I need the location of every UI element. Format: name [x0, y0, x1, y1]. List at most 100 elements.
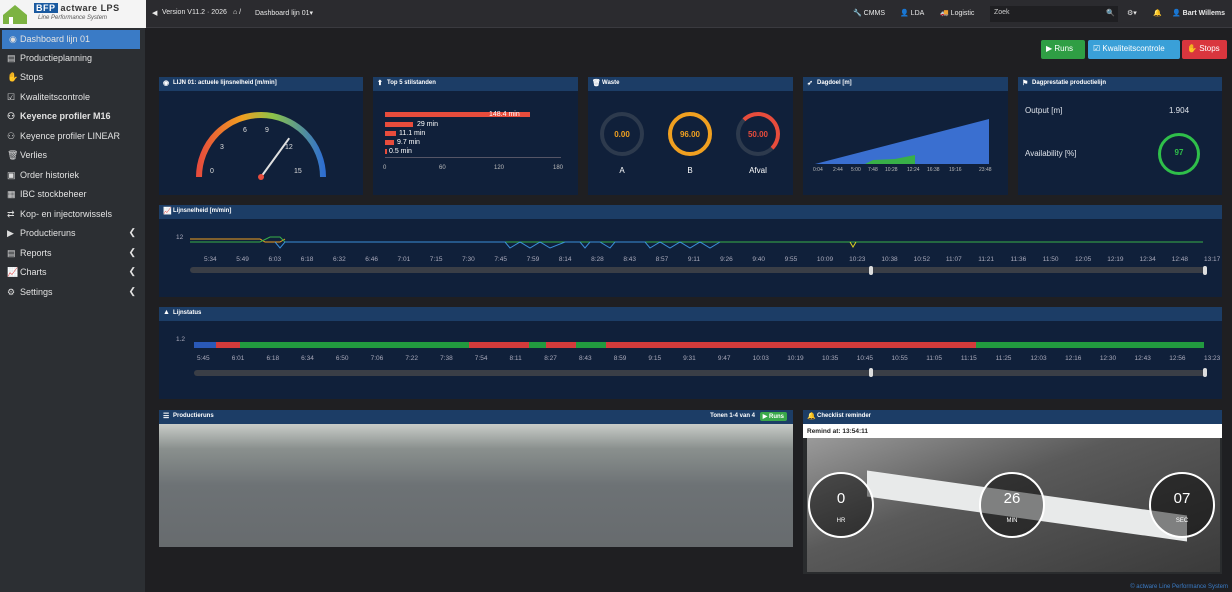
profiler-icon: ⚇ [7, 131, 16, 141]
dashboard-icon: ◉ [163, 80, 170, 87]
speed-gauge [196, 112, 326, 180]
x-tick: 8:43 [578, 355, 592, 362]
runs-badge-button[interactable]: ▶ Runs [759, 412, 787, 421]
slider-handle-right[interactable] [1203, 266, 1207, 275]
x-tick: 8:59 [613, 355, 627, 362]
version-label: Version V11.2 · 2026 [162, 9, 227, 16]
cmms-link[interactable]: 🔧 CMMS [853, 9, 885, 17]
top5-label: 9.7 min [397, 139, 420, 146]
speed-range-slider[interactable] [190, 267, 1206, 273]
sidebar-item-order-history[interactable]: ▣ Order historiek [0, 166, 145, 185]
sidebar-item-charts[interactable]: 📈 Charts ❮ [0, 263, 145, 282]
timer-unit: SEC [1175, 518, 1189, 524]
x-tick: 11:05 [926, 355, 942, 362]
chevron-left-icon: ❮ [128, 247, 136, 257]
logo[interactable]: BFP actware LPS Line Performance System [0, 0, 146, 28]
sidebar-item-profiler-m16[interactable]: ⚇ Keyence profiler M16 [0, 107, 145, 126]
top5-label: 29 min [417, 121, 439, 128]
gauge-tick: 9 [265, 127, 269, 134]
x-tick: 6:03 [268, 256, 282, 263]
area-chart-icon: ▲ [163, 309, 170, 316]
stops-button[interactable]: ✋ Stops [1182, 40, 1227, 59]
sidebar-item-profiler-linear[interactable]: ⚇ Keyence profiler LINEAR [0, 127, 145, 146]
sidebar-item-dashboard[interactable]: ◉ Dashboard lijn 01 [2, 30, 140, 49]
collapse-icon[interactable]: ◀ [152, 9, 157, 17]
status-segment [469, 342, 529, 348]
panel-header: ☰ Productieruns Tonen 1-4 van 4 ▶ Runs [159, 410, 793, 424]
charts-icon: 📈 [7, 267, 19, 277]
x-tick: 9:11 [687, 256, 701, 263]
sidebar-item-verlies[interactable]: 🗑 Verlies [0, 146, 145, 165]
x-tick: 8:57 [655, 256, 669, 263]
x-tick: 9:40 [752, 256, 766, 263]
quality-button[interactable]: ☑ Kwaliteitscontrole [1088, 40, 1180, 59]
x-tick: 6:50 [335, 355, 349, 362]
gauge-tick: 12 [285, 144, 293, 151]
gear-icon[interactable]: ⚙▾ [1127, 9, 1137, 17]
status-range-slider[interactable] [194, 370, 1206, 376]
bell-icon: 🔔 [807, 413, 816, 420]
history-icon: ▣ [7, 170, 16, 180]
x-tick: 11:50 [1042, 256, 1059, 263]
trash-icon: 🗑 [592, 80, 601, 87]
search-icon[interactable]: 🔍 [1106, 9, 1115, 17]
x-axis [385, 157, 561, 158]
x-tick: 8:28 [591, 256, 604, 263]
reports-icon: ▤ [7, 248, 16, 258]
x-tick: 10:45 [856, 355, 874, 362]
timer-unit: HR [836, 518, 846, 524]
gauge-tick: 3 [220, 144, 224, 151]
x-tick: 9:26 [720, 256, 733, 263]
sidebar-item-planning[interactable]: ▤ Productieplanning [0, 49, 145, 68]
bell-icon[interactable]: 🔔 [1153, 9, 1162, 17]
sidebar-item-stops[interactable]: ✋ Stops [0, 68, 145, 87]
x-tick: 12:19 [1107, 256, 1124, 263]
waste-value: 0.00 [614, 130, 630, 139]
x-tick: 5:49 [236, 256, 249, 263]
user-menu[interactable]: 👤 Bart Willems [1172, 9, 1225, 17]
slider-handle-right[interactable] [1203, 368, 1207, 377]
sidebar: ◉ Dashboard lijn 01 ▤ Productieplanning ✋ S… [0, 28, 145, 592]
x-tick: 6:32 [333, 256, 346, 263]
waste-label: Afval [749, 166, 767, 175]
x-tick: 11:07 [945, 256, 962, 263]
x-tick: 12:30 [1099, 355, 1117, 362]
waste-label: A [619, 166, 625, 175]
sidebar-item-reports[interactable]: ▤ Reports ❮ [0, 244, 145, 263]
logistic-link[interactable]: 🚚 Logistic [940, 9, 974, 17]
y-max: 1.2 [176, 336, 186, 343]
sidebar-item-quality[interactable]: ☑ Kwaliteitscontrole [0, 88, 145, 107]
profiler-icon: ⚇ [7, 111, 16, 121]
sidebar-item-ibc[interactable]: ▦ IBC stockbeheer [0, 185, 145, 204]
x-tick: 0 [383, 165, 387, 171]
logo-tagline: Line Performance System [38, 15, 108, 21]
availability-label: Availability [%] [1025, 149, 1077, 158]
waste-dial-b: 96.00 [668, 112, 712, 156]
sidebar-item-settings[interactable]: ⚙ Settings ❮ [0, 283, 145, 302]
waste-dial-afval: 50.00 [736, 112, 780, 156]
sidebar-item-productieruns[interactable]: ▶ Productieruns ❮ [0, 224, 145, 243]
x-tick: 10:28 [885, 167, 898, 173]
x-tick: 7:54 [474, 355, 488, 362]
timer-value: 07 [1173, 490, 1191, 507]
x-tick: 6:34 [301, 355, 314, 362]
x-tick: 10:55 [891, 355, 908, 362]
top5-bar [385, 140, 395, 145]
x-tick: 9:55 [784, 256, 798, 263]
x-tick: 10:09 [816, 256, 834, 263]
x-tick: 60 [439, 165, 446, 171]
breadcrumb-dashboard[interactable]: Dashboard lijn 01▾ [255, 9, 313, 17]
sidebar-item-wissels[interactable]: ⇄ Kop- en injectorwissels [0, 205, 145, 224]
availability-value: 97 [1174, 148, 1184, 157]
x-tick: 6:46 [365, 256, 378, 263]
x-tick: 6:18 [300, 256, 314, 263]
status-bar [194, 342, 1204, 348]
lda-link[interactable]: 👤 LDA [900, 9, 924, 17]
home-icon[interactable]: ⌂ / [233, 9, 241, 16]
slider-handle-left[interactable] [869, 368, 873, 377]
slider-handle-left[interactable] [869, 266, 873, 275]
x-tick: 11:15 [960, 355, 977, 362]
runs-button[interactable]: ▶ Runs [1041, 40, 1085, 59]
production-runs-panel: ☰ Productieruns Tonen 1-4 van 4 ▶ Runs [159, 410, 793, 547]
search-input[interactable]: Zoek [990, 6, 1118, 22]
